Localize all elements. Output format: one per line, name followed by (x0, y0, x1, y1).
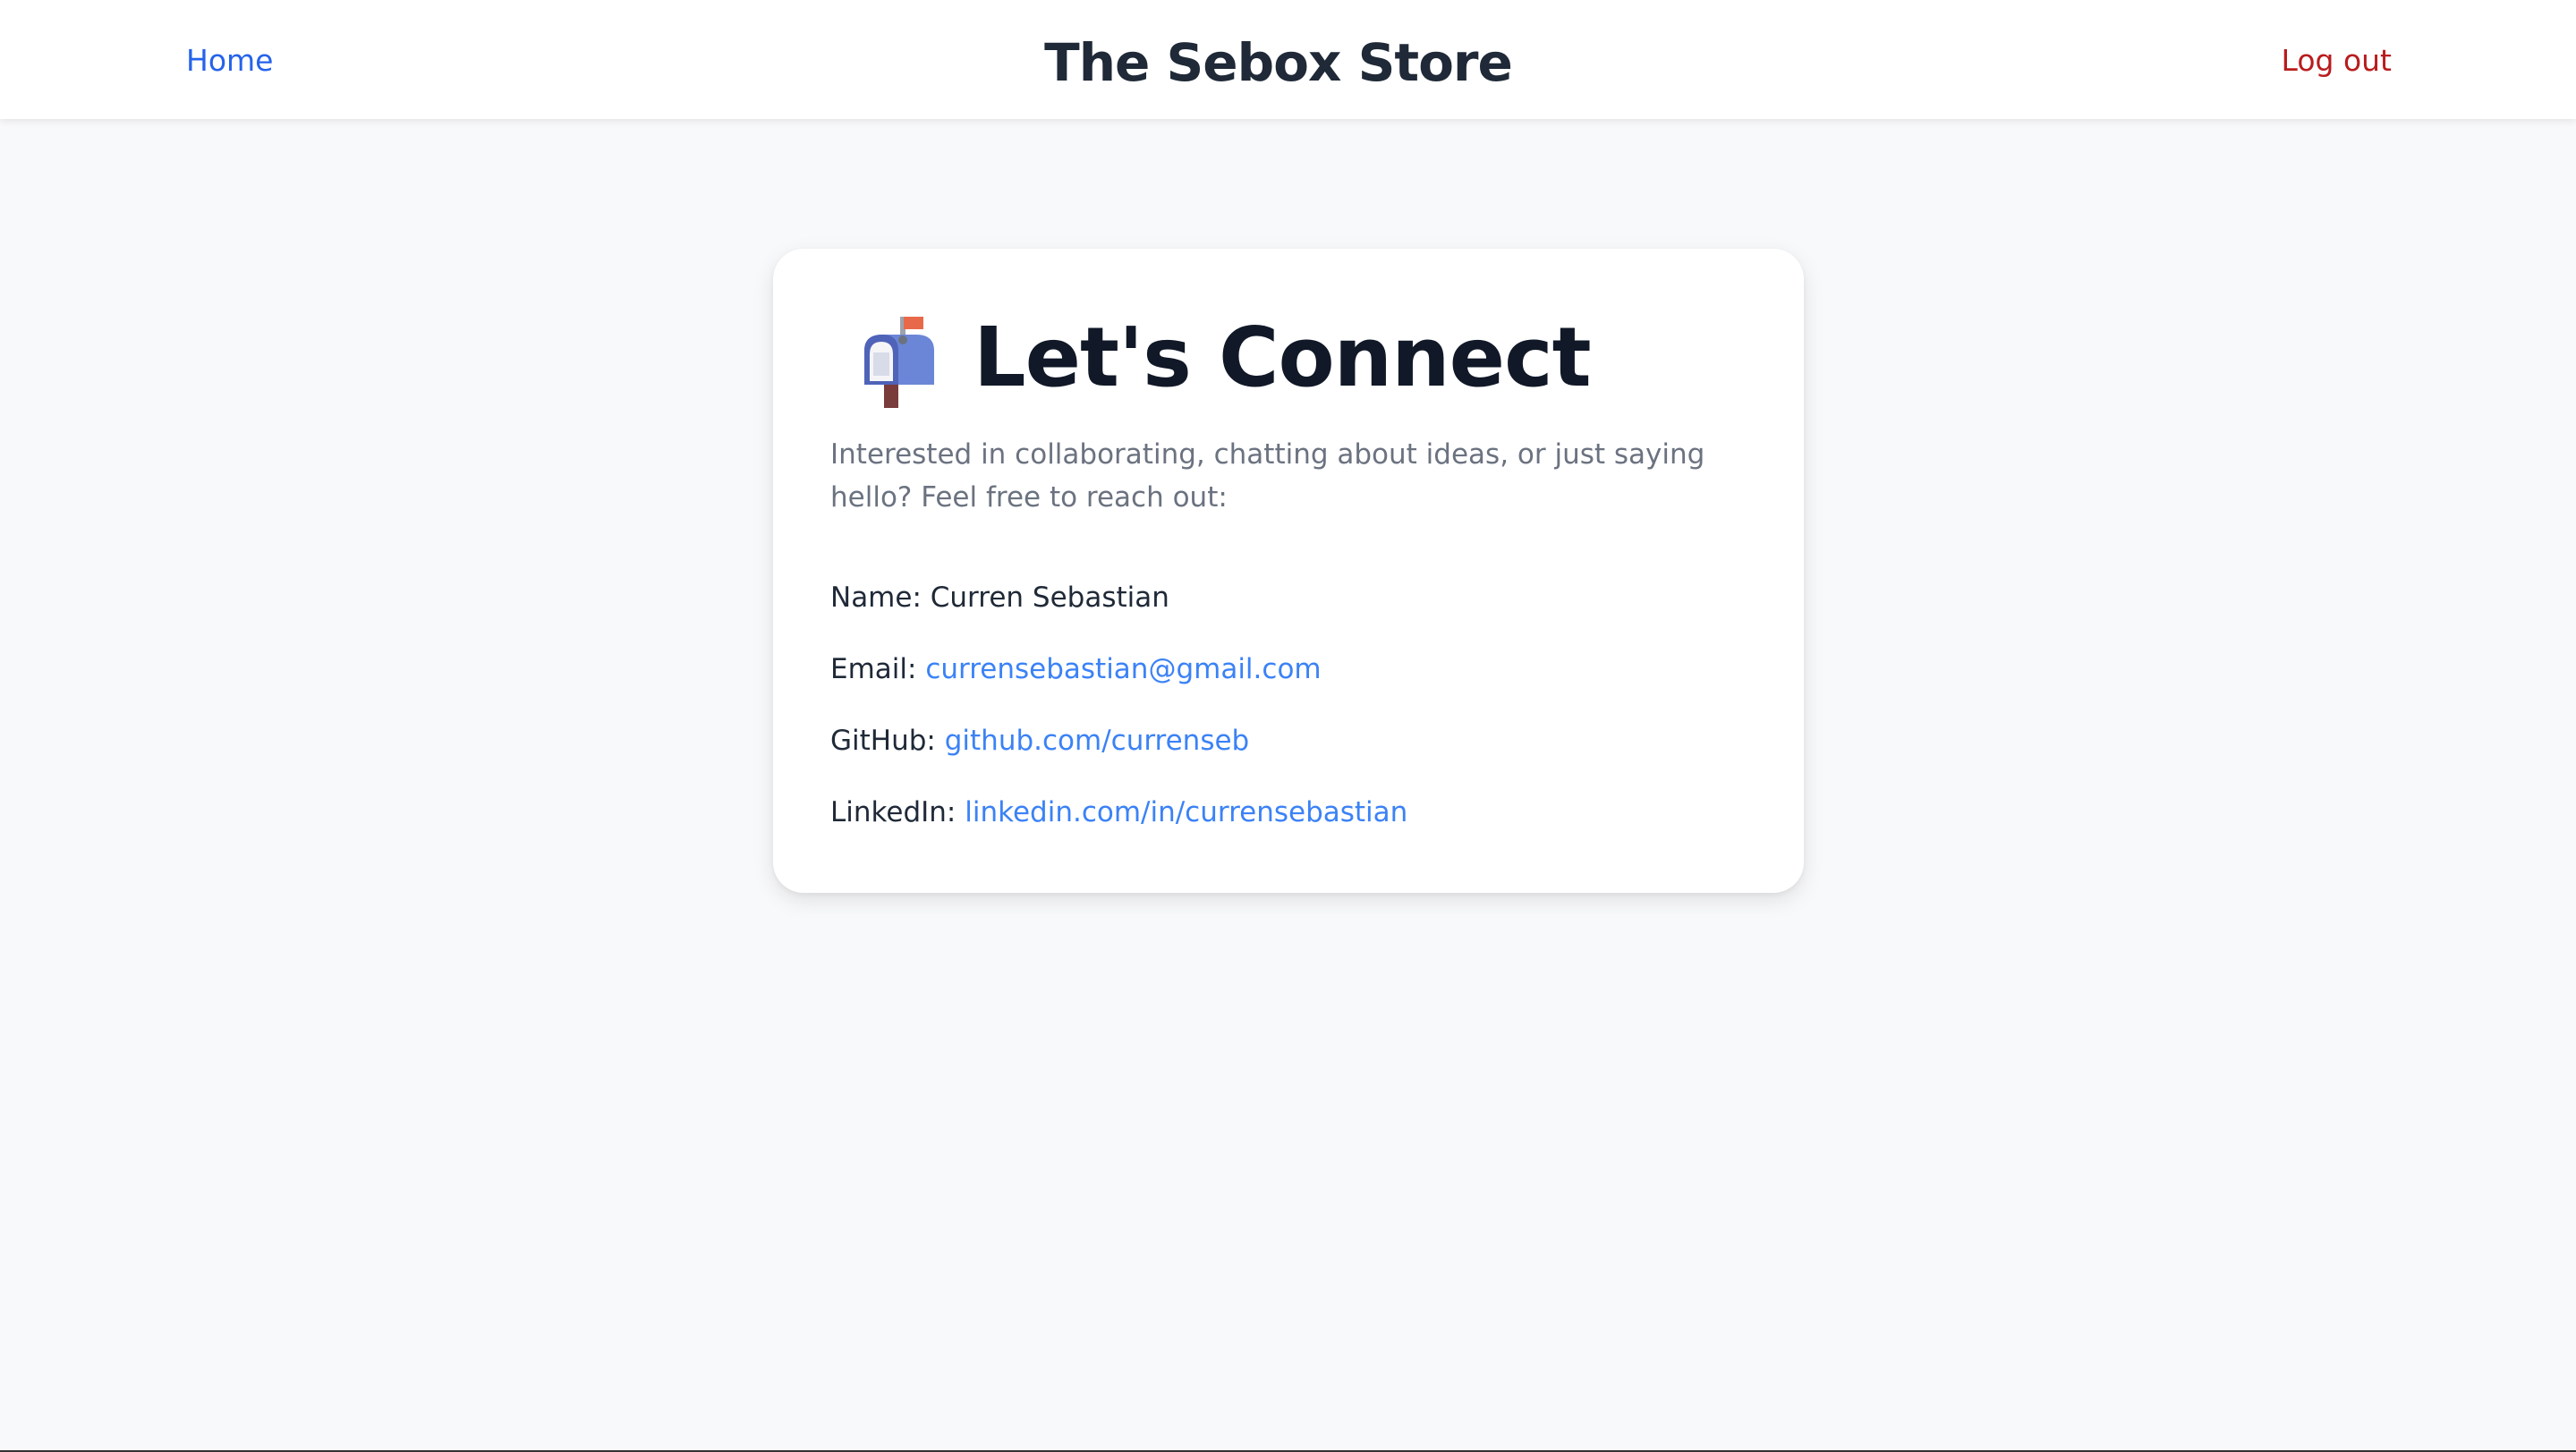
top-navbar: Home The Sebox Store Log out (0, 0, 2576, 119)
contact-heading: Let's Connect (848, 304, 1592, 412)
github-row: GitHub: github.com/currenseb (830, 719, 1249, 762)
page-heading: Let's Connect (973, 310, 1592, 405)
intro-text: Interested in collaborating, chatting ab… (830, 438, 1705, 514)
mailbox-icon (848, 304, 941, 412)
linkedin-row: LinkedIn: linkedin.com/in/currensebastia… (830, 791, 1407, 834)
linkedin-label: LinkedIn: (830, 796, 956, 828)
email-label: Email: (830, 653, 917, 685)
name-label: Name: (830, 582, 922, 614)
name-value: Curren Sebastian (930, 582, 1169, 614)
github-link[interactable]: github.com/currenseb (945, 725, 1250, 757)
email-link[interactable]: currensebastian@gmail.com (925, 653, 1321, 685)
email-row: Email: currensebastian@gmail.com (830, 648, 1322, 691)
linkedin-link[interactable]: linkedin.com/in/currensebastian (965, 796, 1407, 828)
name-row: Name: Curren Sebastian (830, 576, 1169, 619)
contact-card: Let's Connect Interested in collaboratin… (773, 249, 1804, 893)
site-title: The Sebox Store (1044, 32, 1513, 93)
github-label: GitHub: (830, 725, 936, 757)
logout-link[interactable]: Log out (2282, 39, 2392, 82)
